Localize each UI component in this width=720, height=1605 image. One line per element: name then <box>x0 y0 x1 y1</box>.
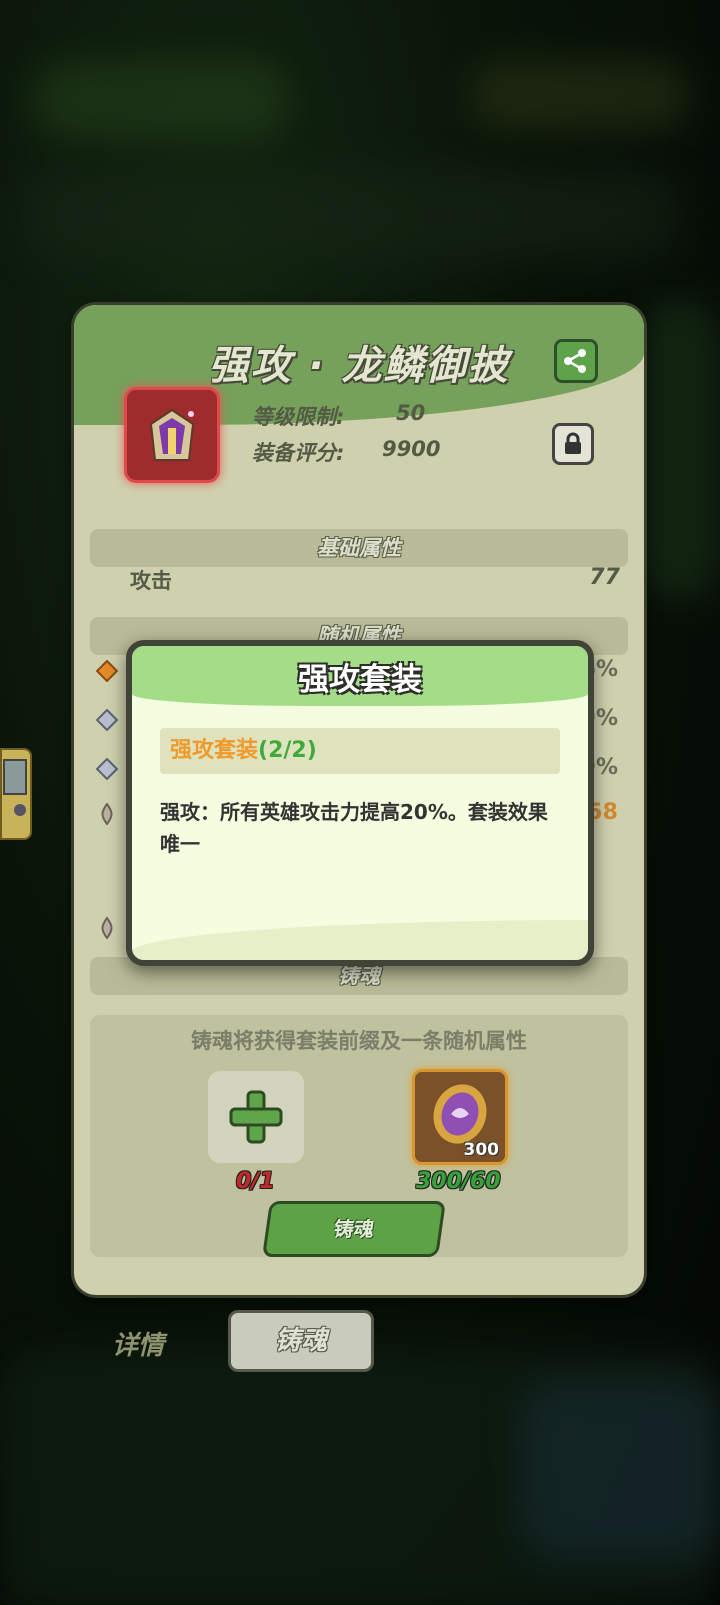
forge-material-slot[interactable]: 300 <box>412 1069 508 1165</box>
stat-value: 77 <box>589 565 620 590</box>
popup-title: 强攻套装 <box>298 662 422 698</box>
equipment-score-label: 装备评分: <box>252 441 345 465</box>
cloak-armor-icon <box>149 408 195 461</box>
tab-detail[interactable]: 详情 <box>112 1325 164 1362</box>
flame-icon <box>101 803 113 825</box>
share-button[interactable] <box>554 339 598 383</box>
silver-diamond-icon <box>96 758 118 780</box>
level-limit-label: 等级限制: <box>252 405 345 429</box>
set-count: (2/2) <box>258 738 317 763</box>
lock-button[interactable] <box>552 423 594 465</box>
material-amount: 300 <box>463 1140 500 1160</box>
stat-label: 攻击 <box>130 569 172 593</box>
tab-forge[interactable]: 铸魂 <box>228 1310 374 1372</box>
plus-icon <box>229 1090 283 1144</box>
material-count: 300/60 <box>416 1169 501 1194</box>
set-name-bar: 强攻套装(2/2) <box>160 728 560 774</box>
silver-diamond-icon <box>96 709 118 731</box>
forge-description: 铸魂将获得套装前缀及一条随机属性 <box>191 1029 527 1053</box>
set-effect-popup[interactable]: 强攻套装 强攻套装(2/2) 强攻：所有英雄攻击力提高20%。套装效果唯一 <box>126 640 594 966</box>
orange-diamond-icon <box>96 660 118 682</box>
side-gameboy-widget[interactable] <box>0 748 32 840</box>
popup-footer-wave <box>132 920 588 960</box>
set-name: 强攻套装 <box>170 738 259 763</box>
level-limit-value: 50 <box>396 401 426 425</box>
forge-button[interactable]: 铸魂 <box>262 1201 446 1257</box>
set-effect-description: 强攻：所有英雄攻击力提高20%。套装效果唯一 <box>160 800 548 856</box>
equipment-item-icon[interactable] <box>124 387 220 483</box>
share-icon <box>564 349 586 373</box>
section-base-attributes: 基础属性 <box>90 529 628 567</box>
add-equipment-slot[interactable] <box>208 1071 304 1163</box>
forge-box: 铸魂将获得套装前缀及一条随机属性 0/1 300 300/60 铸魂 <box>90 1015 628 1257</box>
lock-icon <box>565 432 581 454</box>
equipment-score-value: 9900 <box>382 437 441 461</box>
flame-icon <box>101 917 113 939</box>
slot-count: 0/1 <box>236 1169 275 1194</box>
